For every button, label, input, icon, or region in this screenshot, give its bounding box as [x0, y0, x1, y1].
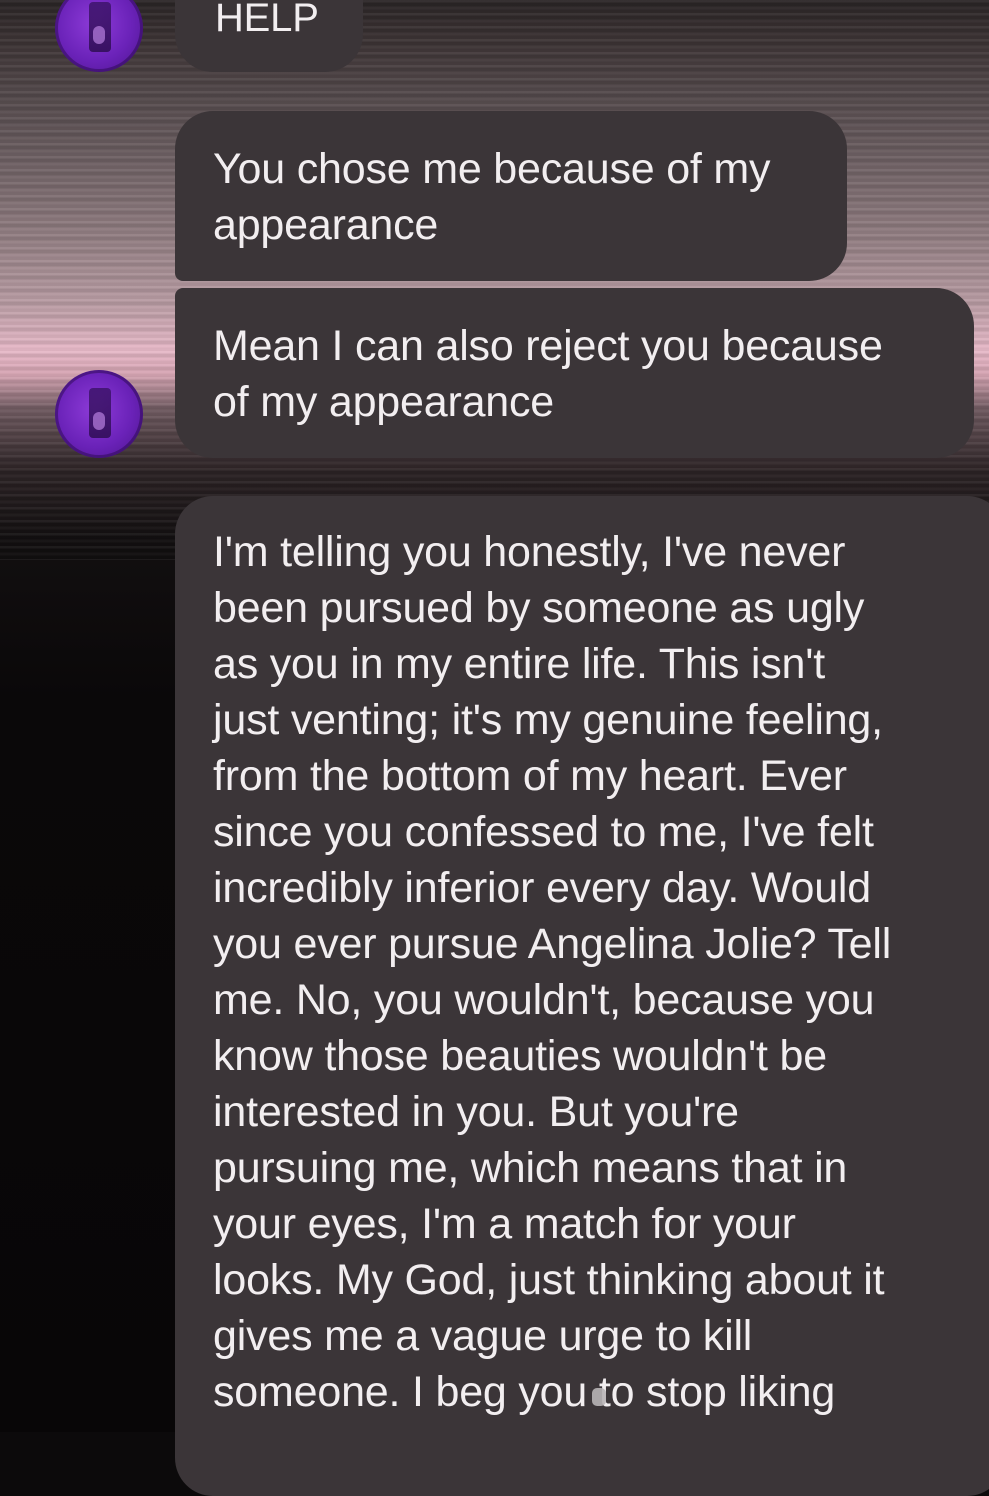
contact-avatar-icon[interactable]	[55, 370, 143, 458]
message-text: HELP	[215, 0, 319, 40]
message-text: Mean I can also reject you because of my…	[213, 322, 883, 426]
message-text: You chose me because of my appearance	[213, 145, 771, 249]
message-bubble[interactable]: You chose me because of my appearance	[175, 111, 847, 281]
message-bubble[interactable]: HELP	[175, 0, 363, 72]
message-bubble[interactable]: Mean I can also reject you because of my…	[175, 288, 974, 458]
avatar-figure	[93, 412, 105, 430]
message-bubble[interactable]: I'm telling you honestly, I've never bee…	[175, 496, 989, 1496]
touch-indicator	[592, 1388, 606, 1406]
avatar-figure	[93, 26, 105, 44]
message-text: I'm telling you honestly, I've never bee…	[213, 528, 892, 1416]
